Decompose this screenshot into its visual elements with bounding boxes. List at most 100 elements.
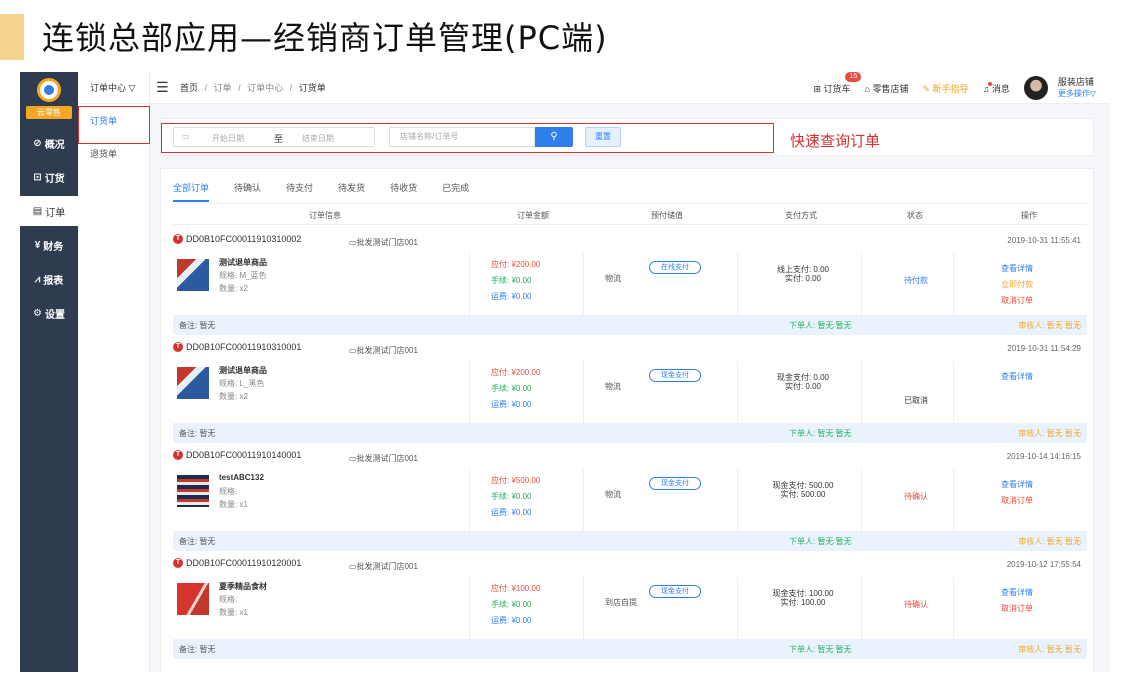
order-placer: 下单人: 暂无 暂无 xyxy=(789,645,852,654)
order-actions: 查看详情 立即付款 取消订单 xyxy=(987,261,1047,309)
newbie-guide-link[interactable]: ✎ 新手指导 xyxy=(922,82,968,95)
sub-navigation: 订单中心 ▽ 订货单 退货单 xyxy=(78,72,150,672)
tab-completed[interactable]: 已完成 xyxy=(442,181,469,202)
order-row: T DD0B10FC00011910120001 ▭批发测试门店001 2019-10… xyxy=(173,553,1087,661)
order-number[interactable]: T DD0B10FC00011910140001 xyxy=(173,450,301,460)
top-bar: ☰ 首页 / 订单 / 订单中心 / 订货单 ⊞ 订货车 15 ⌂ 零售店铺 ✎… xyxy=(150,72,1110,104)
order-row-header: T DD0B10FC00011910310002 ▭批发测试门店001 2019-10… xyxy=(173,229,1087,251)
cancel-order-link[interactable]: 取消订单 xyxy=(987,601,1047,617)
sidebar-item-order-goods[interactable]: ⊡ 订货 xyxy=(20,162,78,192)
product-quantity: 数量: x1 xyxy=(219,608,248,617)
view-details-link[interactable]: 查看详情 xyxy=(987,477,1047,493)
order-remark: 备注: 暂无 xyxy=(179,645,216,654)
more-actions-link[interactable]: 更多操作▽ xyxy=(1058,88,1096,99)
amount-shipping: 运费: ¥0.00 xyxy=(491,292,532,301)
column-divider xyxy=(861,361,862,423)
order-actions: 查看详情 取消订单 xyxy=(987,477,1047,509)
cancel-order-link[interactable]: 取消订单 xyxy=(987,293,1047,309)
amount-fee: 手续: ¥0.00 xyxy=(491,276,532,285)
order-actions: 查看详情 取消订单 xyxy=(987,585,1047,617)
column-header-prepaid: 预付储值 xyxy=(651,211,683,220)
order-number[interactable]: T DD0B10FC00011910310002 xyxy=(173,234,301,244)
column-divider xyxy=(953,361,954,423)
view-details-link[interactable]: 查看详情 xyxy=(987,585,1047,601)
order-row: T DD0B10FC00011910310001 ▭批发测试门店001 2019-10… xyxy=(173,337,1087,445)
avatar[interactable] xyxy=(1023,76,1048,100)
order-remark-bar: 备注: 暂无 下单人: 暂无 暂无 审核人: 暂无 暂无 xyxy=(173,315,1087,335)
messages-link[interactable]: ♫ 消息 xyxy=(983,81,1010,95)
order-number[interactable]: T DD0B10FC00011910310001 xyxy=(173,342,301,352)
column-divider xyxy=(953,253,954,315)
subnav-header-order-center[interactable]: 订单中心 ▽ xyxy=(78,72,150,104)
column-header-actions: 操作 xyxy=(1021,211,1037,220)
order-remark-bar: 备注: 暂无 下单人: 暂无 暂无 审核人: 暂无 暂无 xyxy=(173,639,1087,659)
paid-amount: 实付: 0.00 xyxy=(784,382,821,391)
column-divider xyxy=(583,577,584,639)
sidebar-item-settings[interactable]: ⚙ 设置 xyxy=(20,298,78,328)
store-account[interactable]: 服装店铺 更多操作▽ xyxy=(1058,77,1096,99)
brand-badge: 云零售 xyxy=(26,106,72,119)
sidebar-item-finance[interactable]: ¥ 财务 xyxy=(20,230,78,260)
order-time: 2019-10-14 14:16:15 xyxy=(1006,452,1081,461)
app-window: 云零售 ⊘ 概况 ⊡ 订货 ▤ 订单 ¥ 财务 ⩘ 报表 ⚙ 设置 订单中心 ▽ 订货单 退… xyxy=(20,72,1110,672)
guide-icon: ✎ xyxy=(922,83,931,94)
tab-pending-receipt[interactable]: 待收货 xyxy=(390,181,417,202)
payment-details: 现金支付: 100.00 实付: 100.00 xyxy=(753,589,853,607)
order-placer: 下单人: 暂无 暂无 xyxy=(789,321,852,330)
amount-fee: 手续: ¥0.00 xyxy=(491,600,532,609)
product-name: 测试退单商品 xyxy=(219,258,267,267)
product-quantity: 数量: x1 xyxy=(219,500,248,509)
annotation-quick-search: 快速查询订单 xyxy=(790,133,881,150)
column-divider xyxy=(469,469,470,531)
delivery-method: 物流 xyxy=(605,490,621,499)
order-placer: 下单人: 暂无 暂无 xyxy=(789,429,852,438)
view-details-link[interactable]: 查看详情 xyxy=(987,261,1047,277)
breadcrumb-home[interactable]: 首页 xyxy=(180,83,198,93)
tab-all-orders[interactable]: 全部订单 xyxy=(173,181,210,202)
cart-count-badge: 15 xyxy=(845,72,862,82)
breadcrumb-orders[interactable]: 订单 xyxy=(214,83,232,93)
paid-amount: 实付: 100.00 xyxy=(780,598,826,607)
view-details-link[interactable]: 查看详情 xyxy=(987,369,1047,385)
store-icon: ⌂ xyxy=(864,83,870,94)
order-remark-bar: 备注: 暂无 下单人: 暂无 暂无 审核人: 暂无 暂无 xyxy=(173,531,1087,551)
pay-now-link[interactable]: 立即付款 xyxy=(987,277,1047,293)
order-row-header: T DD0B10FC00011910140001 ▭批发测试门店001 2019-10… xyxy=(173,445,1087,467)
payment-details: 现金支付: 0.00 实付: 0.00 xyxy=(753,373,853,391)
payment-type-tag: 现金支付 xyxy=(649,477,701,490)
breadcrumb-order-center[interactable]: 订单中心 xyxy=(247,83,283,93)
retail-store-link[interactable]: ⌂ 零售店铺 xyxy=(865,82,909,95)
main-sidebar: 云零售 ⊘ 概况 ⊡ 订货 ▤ 订单 ¥ 财务 ⩘ 报表 ⚙ 设置 xyxy=(20,72,78,672)
order-shop: ▭批发测试门店001 xyxy=(349,238,418,247)
tab-pending-confirm[interactable]: 待确认 xyxy=(234,181,261,202)
payment-type-tag: 现金支付 xyxy=(649,585,701,598)
sidebar-item-orders[interactable]: ▤ 订单 xyxy=(20,196,78,226)
order-time: 2019-10-12 17:55:54 xyxy=(1006,560,1081,569)
cancel-order-link[interactable]: 取消订单 xyxy=(987,493,1047,509)
product-quantity: 数量: x2 xyxy=(219,392,248,401)
cart-link[interactable]: ⊞ 订货车 15 xyxy=(813,72,862,95)
column-divider xyxy=(861,253,862,315)
column-divider xyxy=(861,469,862,531)
menu-toggle-icon[interactable]: ☰ xyxy=(156,80,169,94)
order-number[interactable]: T DD0B10FC00011910120001 xyxy=(173,558,301,568)
payment-amount: 现金支付: 500.00 xyxy=(772,481,834,490)
sidebar-item-reports[interactable]: ⩘ 报表 xyxy=(20,264,78,294)
column-header-order-info: 订单信息 xyxy=(309,211,341,220)
order-row-header: T DD0B10FC00011910310001 ▭批发测试门店001 2019-10… xyxy=(173,337,1087,359)
paid-amount: 实付: 0.00 xyxy=(784,274,821,283)
tab-pending-payment[interactable]: 待支付 xyxy=(286,181,313,202)
sidebar-item-overview[interactable]: ⊘ 概况 xyxy=(20,128,78,158)
order-auditor: 审核人: 暂无 暂无 xyxy=(1018,429,1081,438)
order-time: 2019-10-31 11:55:41 xyxy=(1007,236,1081,245)
table-header: 订单信息 订单金额 预付储值 支付方式 状态 操作 xyxy=(173,203,1087,225)
breadcrumb: 首页 / 订单 / 订单中心 / 订货单 xyxy=(180,83,326,93)
tab-pending-shipment[interactable]: 待发货 xyxy=(338,181,365,202)
payment-amount: 现金支付: 100.00 xyxy=(772,589,834,598)
product-thumbnail xyxy=(177,475,209,507)
report-icon: ⩘ xyxy=(34,273,41,285)
order-doc-icon: ▤ xyxy=(32,205,43,217)
amount-shipping: 运费: ¥0.00 xyxy=(491,616,532,625)
order-number-text: DD0B10FC00011910140001 xyxy=(186,450,302,460)
order-goods-icon: ⊡ xyxy=(33,171,42,183)
